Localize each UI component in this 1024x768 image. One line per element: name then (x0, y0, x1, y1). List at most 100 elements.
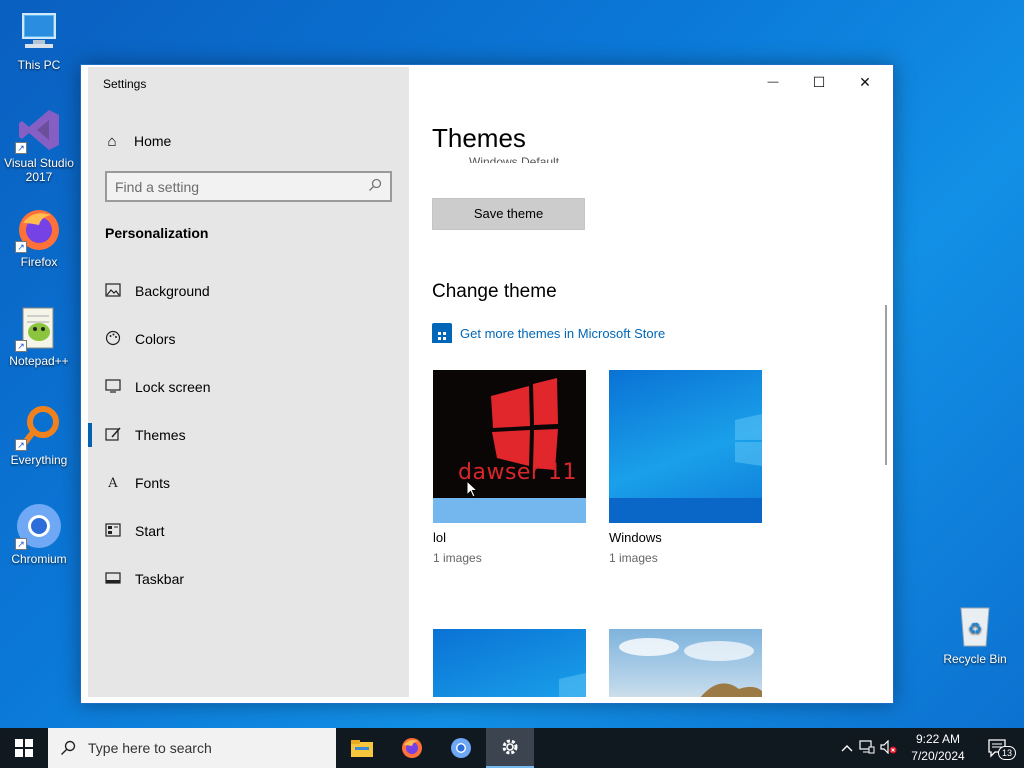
clock-time: 9:22 AM (915, 732, 961, 746)
visual-studio-icon: ↗ (15, 106, 63, 154)
change-theme-heading: Change theme (432, 281, 557, 302)
sidebar-item-label: Start (135, 523, 165, 539)
computer-icon (15, 8, 63, 56)
desktop-icon-this-pc[interactable]: This PC (1, 8, 77, 72)
sidebar-item-taskbar[interactable]: Taskbar (88, 559, 409, 599)
volume-muted-icon[interactable] (878, 739, 900, 757)
taskbar-chromium[interactable] (437, 728, 485, 768)
page-title: Themes (432, 123, 526, 153)
sidebar-item-background[interactable]: Background (88, 271, 409, 311)
sidebar-item-label: Themes (135, 427, 186, 443)
taskbar: Type here to search 9:22 AM 7/20/2024 13 (0, 728, 1024, 768)
theme-image-count: 1 images (609, 551, 658, 565)
shortcut-arrow-icon: ↗ (15, 142, 27, 154)
sidebar-section-title: Personalization (105, 225, 209, 241)
sidebar-item-fonts[interactable]: A Fonts (88, 463, 409, 503)
monitor-icon (105, 378, 121, 396)
current-theme-name: Windows Default (469, 155, 560, 163)
home-icon: ⌂ (107, 132, 117, 150)
sidebar-item-label: Background (135, 283, 210, 299)
desktop-icon-recycle-bin[interactable]: ♻ Recycle Bin (937, 602, 1013, 666)
taskbar-settings[interactable] (486, 728, 534, 768)
brush-icon (105, 426, 121, 445)
everything-search-icon: ↗ (15, 403, 63, 451)
store-link-label: Get more themes in Microsoft Store (460, 325, 666, 341)
chromium-icon (451, 738, 471, 758)
search-icon (61, 740, 76, 755)
nav-home-label: Home (134, 133, 172, 149)
content-scrollbar[interactable] (885, 305, 887, 465)
gear-icon (502, 739, 518, 755)
palette-icon (105, 330, 121, 349)
theme-image-count: 1 images (433, 551, 482, 565)
system-tray (838, 728, 900, 768)
desktop-icon-notepad-plus-plus[interactable]: ↗ Notepad++ (1, 304, 77, 368)
shortcut-arrow-icon: ↗ (15, 340, 27, 352)
settings-window-body: Settings ⌂ Home Find a setting Personali… (88, 67, 888, 697)
theme-tile-partial-1[interactable] (433, 629, 586, 697)
windows-logo-icon (15, 739, 33, 757)
desktop-icon-label: Notepad++ (9, 354, 69, 368)
start-menu-icon (105, 522, 121, 540)
theme-preview-lol: dawser 11 (433, 370, 586, 523)
close-button[interactable]: ✕ (842, 67, 888, 97)
sidebar-item-lock-screen[interactable]: Lock screen (88, 367, 409, 407)
sidebar-item-label: Colors (135, 331, 176, 347)
notepad-plus-plus-icon: ↗ (15, 304, 63, 352)
notification-count-badge: 13 (998, 746, 1017, 760)
theme-preview-windows (609, 370, 762, 523)
sidebar-item-colors[interactable]: Colors (88, 319, 409, 359)
microsoft-store-link[interactable]: Get more themes in Microsoft Store (432, 323, 665, 343)
desktop-icon-chromium[interactable]: ↗ Chromium (1, 502, 77, 566)
minimize-icon: — (767, 76, 779, 88)
save-theme-button[interactable]: Save theme (432, 198, 585, 230)
sidebar-item-themes[interactable]: Themes (88, 415, 409, 455)
taskbar-search-placeholder: Type here to search (88, 740, 212, 756)
desktop-icon-firefox[interactable]: ↗ Firefox (1, 205, 77, 269)
taskbar-file-explorer[interactable] (338, 728, 386, 768)
mouse-cursor-icon (466, 480, 478, 498)
taskbar-firefox[interactable] (388, 728, 436, 768)
chevron-up-icon[interactable] (838, 741, 856, 755)
shortcut-arrow-icon: ↗ (15, 538, 27, 550)
theme-tile-lol[interactable]: dawser 11 lol 1 images (433, 370, 586, 565)
start-button[interactable] (0, 728, 48, 768)
sidebar-item-start[interactable]: Start (88, 511, 409, 551)
window-title: Settings (103, 77, 147, 91)
theme-tile-windows[interactable]: Windows 1 images (609, 370, 762, 565)
settings-window: Settings ⌂ Home Find a setting Personali… (80, 64, 894, 704)
desktop-icon-label: Recycle Bin (943, 652, 1007, 666)
font-icon: A (108, 475, 118, 491)
nav-home[interactable]: ⌂ Home (104, 129, 171, 153)
desktop-icon-label: This PC (17, 58, 61, 72)
theme-accent-bar (433, 498, 586, 523)
notification-center-button[interactable]: 13 (978, 728, 1018, 768)
file-explorer-icon (351, 740, 373, 757)
desktop-icon-label: Chromium (11, 552, 67, 566)
image-icon (105, 282, 121, 300)
clock-date: 7/20/2024 (911, 749, 965, 763)
taskbar-clock[interactable]: 9:22 AM 7/20/2024 (906, 731, 970, 765)
theme-tile-partial-2[interactable] (609, 629, 762, 697)
theme-preview-partial-1 (433, 629, 586, 697)
svg-text:♻: ♻ (968, 619, 982, 638)
network-icon[interactable] (856, 739, 878, 757)
taskbar-icon (105, 571, 121, 588)
minimize-button[interactable]: — (750, 67, 796, 97)
firefox-icon (402, 738, 422, 758)
maximize-button[interactable]: ☐ (796, 67, 842, 97)
shortcut-arrow-icon: ↗ (15, 439, 27, 451)
taskbar-search-box[interactable]: Type here to search (48, 728, 336, 768)
firefox-icon: ↗ (15, 205, 63, 253)
theme-preview-partial-2 (609, 629, 762, 697)
settings-sidebar: Settings ⌂ Home Find a setting Personali… (88, 67, 409, 697)
search-icon (368, 178, 382, 195)
desktop-icon-visual-studio[interactable]: ↗ Visual Studio 2017 (1, 106, 77, 184)
sidebar-item-label: Fonts (135, 475, 171, 491)
sidebar-item-label: Lock screen (135, 379, 211, 395)
desktop-icon-everything[interactable]: ↗ Everything (1, 403, 77, 467)
theme-name: Windows (609, 530, 662, 545)
shortcut-arrow-icon: ↗ (15, 241, 27, 253)
theme-name: lol (433, 530, 447, 545)
settings-search-input[interactable]: Find a setting (105, 171, 392, 202)
